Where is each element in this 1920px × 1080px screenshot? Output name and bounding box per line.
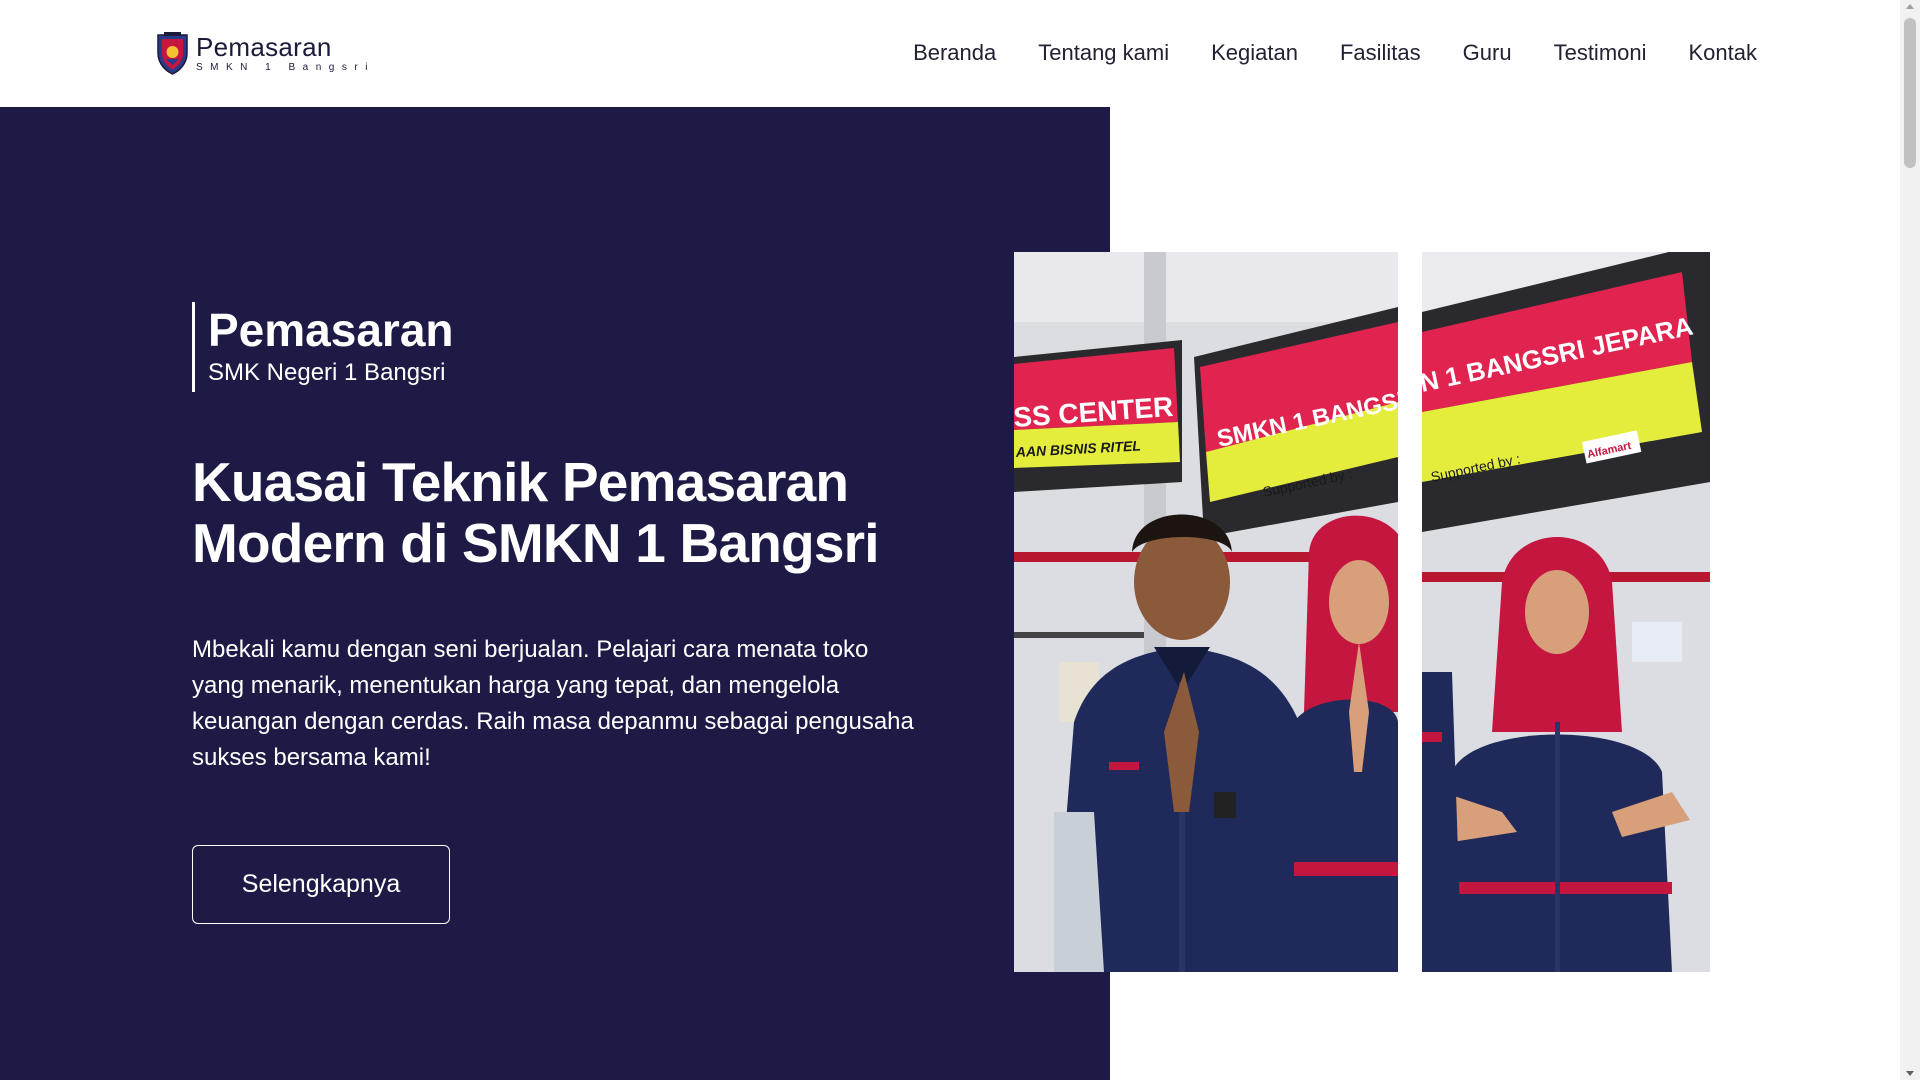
nav-item-fasilitas[interactable]: Fasilitas xyxy=(1340,38,1421,68)
scrollbar-thumb[interactable] xyxy=(1904,18,1916,168)
main-nav: Beranda Tentang kami Kegiatan Fasilitas … xyxy=(871,38,1757,68)
brand-subtitle: SMKN 1 Bangsri xyxy=(196,61,375,73)
scroll-down-icon[interactable] xyxy=(1906,1071,1914,1076)
hero-tag: Pemasaran SMK Negeri 1 Bangsri xyxy=(192,302,454,392)
page-scrollbar[interactable] xyxy=(1900,0,1920,1080)
hero-tag-title: Pemasaran xyxy=(208,304,454,356)
hero-tag-subtitle: SMK Negeri 1 Bangsri xyxy=(208,359,446,386)
hero-background xyxy=(0,107,1110,1080)
hero-photo-left: SS CENTER AAN BISNIS RITEL SMKN 1 BANGSR… xyxy=(1014,252,1398,972)
brand-logo[interactable]: Pemasaran SMKN 1 Bangsri xyxy=(155,31,375,76)
nav-item-tentang-kami[interactable]: Tentang kami xyxy=(1038,38,1169,68)
nav-item-testimoni[interactable]: Testimoni xyxy=(1554,38,1647,68)
hero-description: Mbekali kamu dengan seni berjualan. Pela… xyxy=(192,636,914,771)
site-header: Pemasaran SMKN 1 Bangsri Beranda Tentang… xyxy=(0,0,1900,107)
brand-title: Pemasaran xyxy=(196,31,332,62)
nav-item-beranda[interactable]: Beranda xyxy=(913,38,996,68)
hero-headline: Kuasai Teknik Pemasaran Modern di SMKN 1… xyxy=(192,451,880,574)
school-shield-icon xyxy=(157,32,188,75)
hero-photo-right: N 1 BANGSRI JEPARA Supported by : Alfama… xyxy=(1422,252,1710,972)
scroll-up-icon[interactable] xyxy=(1906,4,1914,9)
nav-item-kegiatan[interactable]: Kegiatan xyxy=(1211,38,1298,68)
nav-item-kontak[interactable]: Kontak xyxy=(1689,38,1758,68)
nav-item-guru[interactable]: Guru xyxy=(1463,38,1512,68)
selengkapnya-button[interactable]: Selengkapnya xyxy=(192,845,450,924)
